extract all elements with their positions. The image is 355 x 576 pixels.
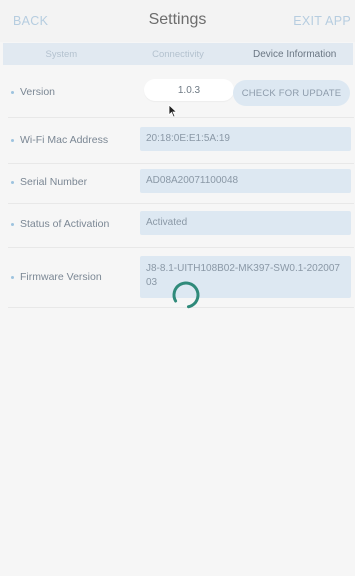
activation-label-wrap: Status of Activation [11, 218, 109, 230]
wifi-mac-value: 20:18:0E:E1:5A:19 [140, 127, 351, 151]
activation-label: Status of Activation [20, 218, 110, 230]
wifi-mac-label-wrap: Wi-Fi Mac Address [11, 134, 108, 146]
wifi-mac-row: Wi-Fi Mac Address 20:18:0E:E1:5A:19 [8, 118, 354, 164]
tab-bar: System Connectivity Device Information [3, 43, 353, 65]
firmware-label-wrap: Firmware Version [11, 271, 102, 283]
bullet-icon [11, 90, 14, 94]
activation-value: Activated [140, 211, 351, 235]
serial-number-value: AD08A20071100048 [140, 169, 351, 193]
loading-spinner-icon [172, 281, 200, 309]
serial-number-row: Serial Number AD08A20071100048 [8, 164, 354, 204]
bullet-icon [11, 138, 14, 142]
exit-app-button[interactable]: EXIT APP [293, 14, 351, 28]
serial-number-label: Serial Number [20, 176, 88, 188]
tab-system[interactable]: System [3, 43, 120, 65]
firmware-label: Firmware Version [20, 271, 102, 283]
mouse-pointer-icon [168, 104, 178, 118]
bullet-icon [11, 222, 14, 226]
version-label-wrap: Version [11, 86, 55, 98]
tab-connectivity[interactable]: Connectivity [120, 43, 237, 65]
version-label: Version [20, 86, 56, 98]
serial-label-wrap: Serial Number [11, 176, 87, 188]
bullet-icon [11, 180, 14, 184]
bullet-icon [11, 275, 14, 279]
version-value: 1.0.3 [144, 79, 234, 101]
wifi-mac-label: Wi-Fi Mac Address [20, 134, 109, 146]
top-bar: BACK Settings EXIT APP [0, 0, 355, 42]
tab-device-information[interactable]: Device Information [236, 43, 353, 65]
activation-row: Status of Activation Activated [8, 204, 354, 248]
check-for-update-button[interactable]: CHECK FOR UPDATE [233, 80, 350, 106]
